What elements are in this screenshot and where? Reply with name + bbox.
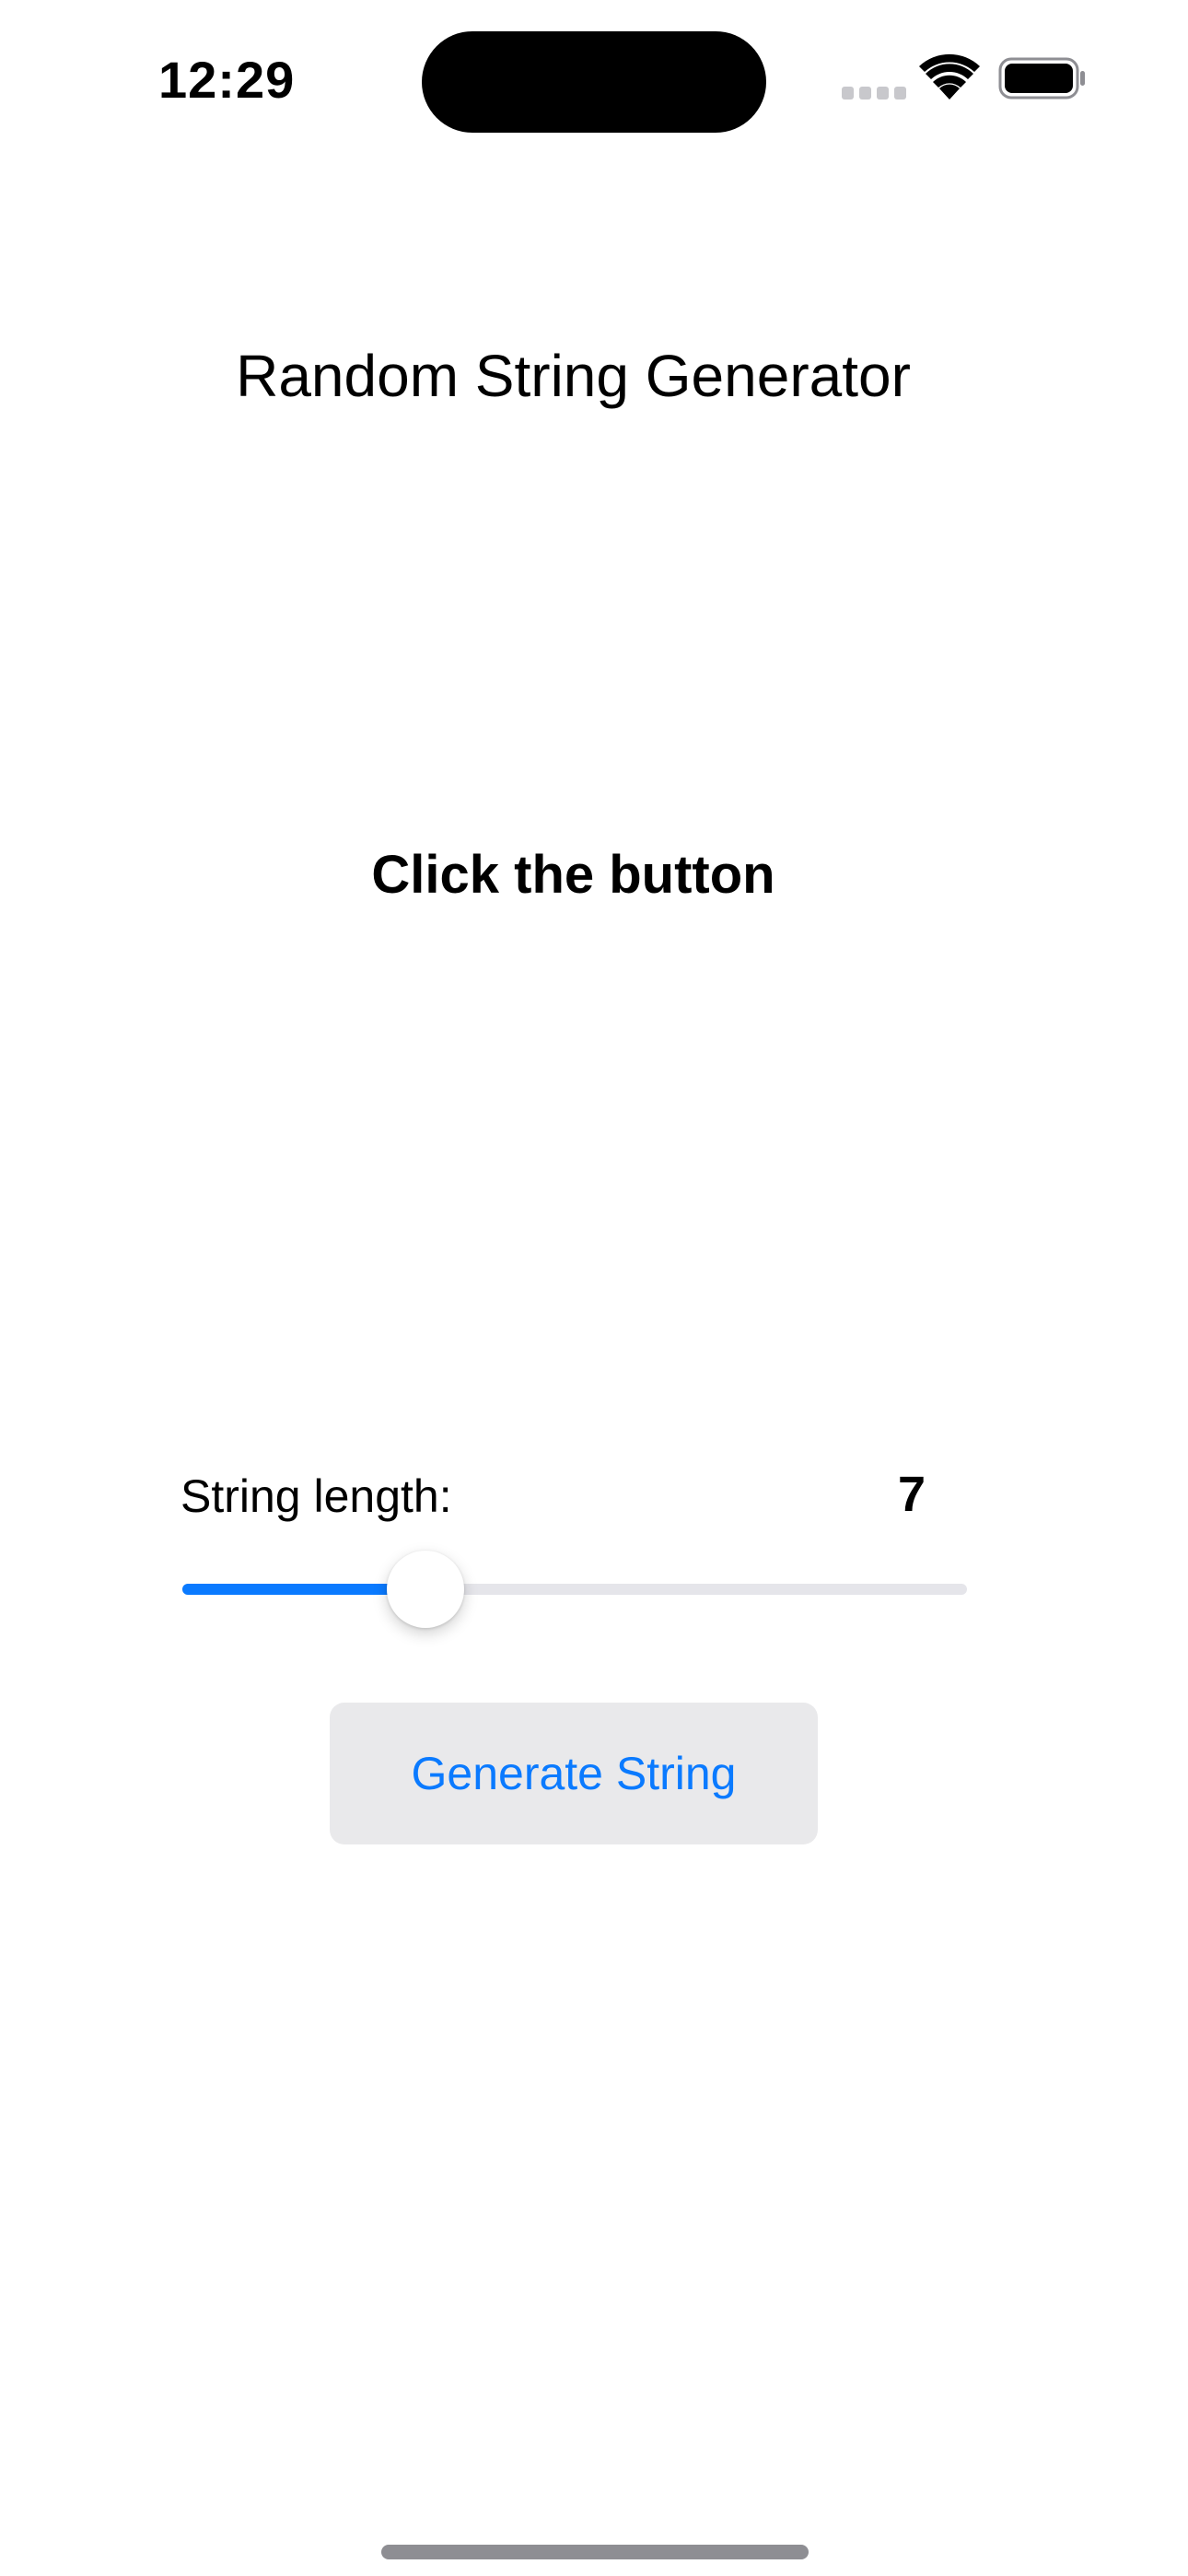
generated-string-text: Click the button bbox=[371, 845, 775, 905]
status-time: 12:29 bbox=[158, 51, 296, 109]
cellular-signal-icon bbox=[842, 87, 906, 100]
generate-string-button[interactable]: Generate String bbox=[330, 1703, 818, 1844]
string-length-label: String length: bbox=[181, 1470, 452, 1522]
page-title: Random String Generator bbox=[236, 343, 911, 409]
string-length-slider[interactable] bbox=[182, 1548, 967, 1631]
string-length-value: 7 bbox=[897, 1467, 926, 1522]
wifi-icon bbox=[919, 53, 980, 100]
dynamic-island bbox=[422, 31, 766, 133]
battery-icon bbox=[998, 57, 1085, 100]
app-screen: 12:29 Random String Generator Click the … bbox=[0, 0, 1188, 2576]
slider-thumb[interactable] bbox=[387, 1551, 464, 1628]
home-indicator[interactable] bbox=[381, 2545, 809, 2559]
